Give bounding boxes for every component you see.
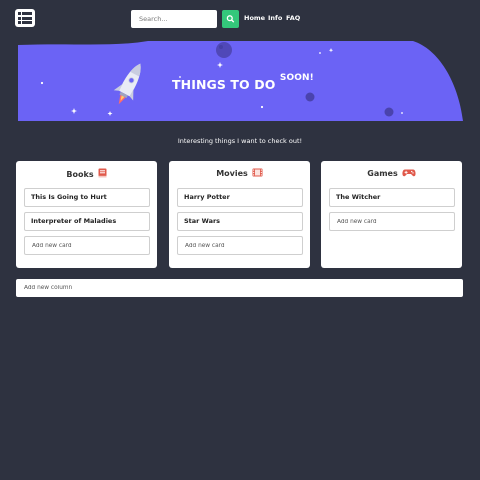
search-icon xyxy=(226,15,235,23)
book-icon xyxy=(98,168,107,181)
card[interactable]: Harry Potter xyxy=(177,188,303,207)
search-input[interactable] xyxy=(131,10,217,28)
add-card-input[interactable] xyxy=(24,236,150,255)
add-card-input[interactable] xyxy=(329,212,455,231)
gamepad-icon xyxy=(402,169,416,180)
card[interactable]: This Is Going to Hurt xyxy=(24,188,150,207)
tagline: Interesting things I want to check out! xyxy=(177,137,303,145)
hero-title-text: THINGS TO DO xyxy=(172,77,276,93)
nav-link-home[interactable]: Home xyxy=(244,14,265,23)
column-title-text: Movies xyxy=(216,169,248,178)
column-title-text: Books xyxy=(66,170,94,179)
column-books: Books This Is Going to Hurt Interpreter … xyxy=(16,161,157,268)
column-games: Games The Witcher xyxy=(321,161,462,268)
add-column-input[interactable] xyxy=(16,279,463,297)
list-icon[interactable] xyxy=(15,9,35,27)
nav-link-faq[interactable]: FAQ xyxy=(286,14,300,23)
hero-title-sup: SOON! xyxy=(279,73,314,83)
nav-link-info[interactable]: Info xyxy=(268,14,282,23)
hero-title: THINGS TO DO SOON! xyxy=(172,73,314,93)
card[interactable]: The Witcher xyxy=(329,188,455,207)
search-button[interactable] xyxy=(222,10,239,28)
column-title: Movies xyxy=(169,168,310,180)
card[interactable]: Star Wars xyxy=(177,212,303,231)
column-title: Games xyxy=(321,168,462,180)
column-movies: Movies Harry Potter Star Wars xyxy=(169,161,310,268)
column-title: Books xyxy=(16,168,157,181)
column-title-text: Games xyxy=(367,169,398,178)
card[interactable]: Interpreter of Maladies xyxy=(24,212,150,231)
film-icon xyxy=(252,168,263,180)
add-card-input[interactable] xyxy=(177,236,303,255)
navbar: Home Info FAQ xyxy=(0,0,480,38)
